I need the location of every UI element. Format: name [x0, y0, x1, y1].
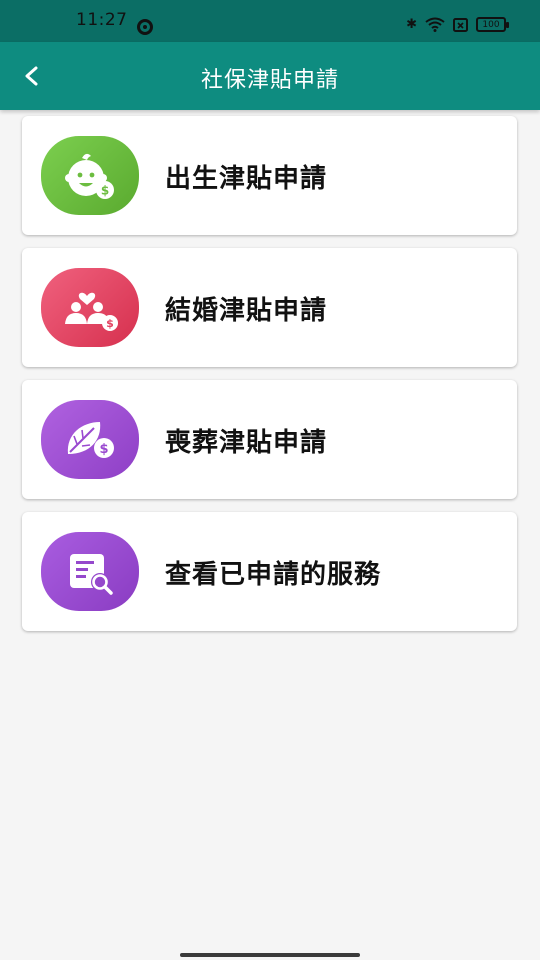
bluetooth-icon: ✱	[406, 17, 417, 32]
marriage-icon-badge: $	[41, 268, 139, 347]
record-icon	[137, 19, 153, 35]
funeral-allowance-card[interactable]: $ 喪葬津貼申請	[22, 380, 517, 499]
battery-icon: 100	[476, 17, 509, 32]
home-indicator[interactable]	[180, 953, 360, 957]
status-icons: ✱ 100	[406, 17, 509, 32]
status-time: 11:27	[76, 10, 128, 30]
page-title: 社保津貼申請	[200, 68, 339, 93]
menu-list: $ 出生津貼申請 $ 結婚津貼申請 $ 喪葬津貼申請 查看已申請的服務	[22, 116, 517, 644]
birth-icon-badge: $	[41, 136, 139, 215]
leaf-dollar-icon: $	[67, 421, 114, 458]
svg-text:$: $	[101, 183, 109, 197]
funeral-icon-badge: $	[41, 400, 139, 479]
menu-item-label: 出生津貼申請	[165, 164, 328, 194]
view-icon-badge	[41, 532, 139, 611]
document-search-icon	[70, 553, 113, 595]
svg-text:$: $	[99, 442, 108, 457]
menu-item-label: 結婚津貼申請	[165, 296, 328, 326]
view-applications-card[interactable]: 查看已申請的服務	[22, 512, 517, 631]
menu-item-label: 喪葬津貼申請	[165, 428, 328, 458]
baby-dollar-icon: $	[65, 153, 114, 199]
menu-item-label: 查看已申請的服務	[165, 560, 382, 590]
sim-icon	[453, 17, 468, 32]
birth-allowance-card[interactable]: $ 出生津貼申請	[22, 116, 517, 235]
wifi-icon	[425, 17, 445, 32]
status-bar: 11:27 ✱ 100	[0, 0, 540, 42]
app-bar: 社保津貼申請	[0, 42, 540, 110]
couple-heart-dollar-icon: $	[65, 292, 118, 331]
marriage-allowance-card[interactable]: $ 結婚津貼申請	[22, 248, 517, 367]
svg-text:$: $	[106, 317, 114, 330]
